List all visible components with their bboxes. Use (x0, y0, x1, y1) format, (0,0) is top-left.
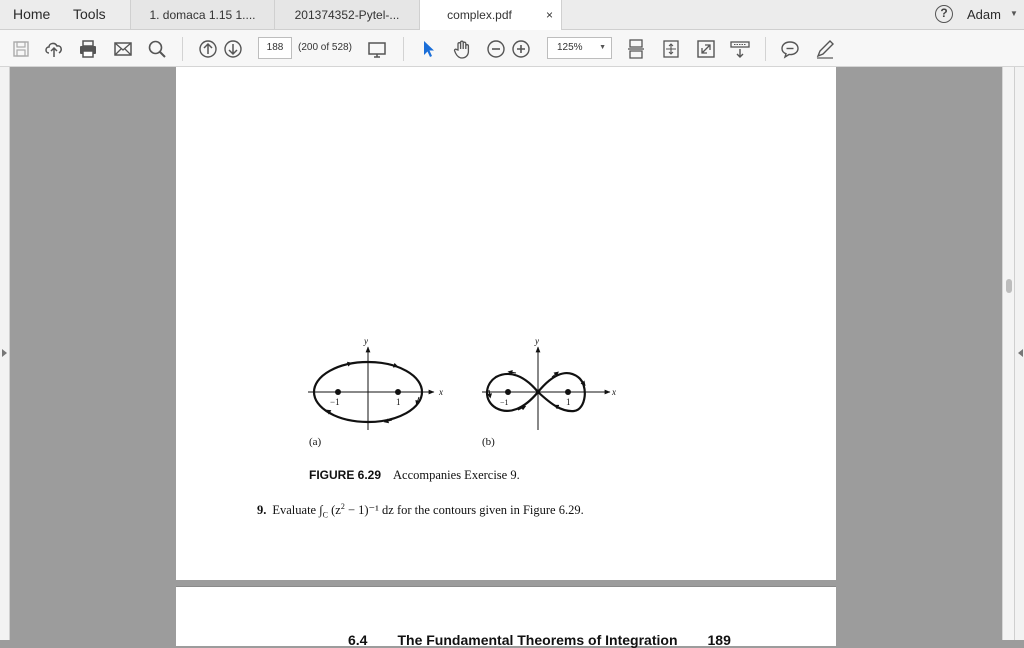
exercise-text-after: − 1)⁻¹ dz for the contours given in Figu… (344, 503, 584, 518)
hand-icon[interactable] (451, 38, 473, 60)
pdf-page-next: 6.4 The Fundamental Theorems of Integrati… (176, 586, 836, 648)
exercise-text-before: Evaluate ∫ (272, 503, 323, 518)
tools-link[interactable]: Tools (73, 0, 106, 29)
tab-document-active[interactable]: complex.pdf × (419, 0, 562, 30)
pdf-page: y x −1 1 y x −1 1 (a) (b) FIGURE 6.29 Acc… (176, 67, 836, 580)
figure-caption: FIGURE 6.29 Accompanies Exercise 9. (309, 468, 520, 483)
search-icon[interactable] (146, 38, 168, 60)
figure-contours: y x −1 1 y x −1 1 (308, 336, 616, 430)
chevron-down-icon[interactable]: ▼ (1010, 9, 1018, 18)
exercise-number: 9. (257, 503, 267, 518)
print-icon[interactable] (77, 38, 99, 60)
figure-label-a: (a) (309, 436, 322, 448)
comment-icon[interactable] (779, 38, 801, 60)
user-menu[interactable]: Adam (967, 7, 1001, 22)
exercise-9: 9. Evaluate ∫C (z2 − 1)⁻¹ dz for the cont… (257, 502, 584, 520)
tab-label: 201374352-Pytel-... (294, 8, 400, 22)
fullscreen-icon[interactable] (695, 38, 717, 60)
tick-label-neg: −1 (500, 398, 509, 407)
figure-caption-text: Accompanies Exercise 9. (393, 468, 520, 482)
figure-a (308, 346, 435, 430)
tick-label-pos: 1 (396, 397, 401, 407)
upload-icon[interactable] (43, 38, 65, 60)
document-viewport[interactable]: y x −1 1 y x −1 1 (a) (b) FIGURE 6.29 Acc… (0, 67, 1024, 648)
axis-label-y: y (363, 336, 368, 346)
axis-label-y: y (534, 336, 539, 346)
axis-label-x: x (438, 387, 443, 397)
tab-label: 1. domaca 1.15 1.... (149, 8, 256, 22)
page-count: (200 of 528) (298, 42, 352, 53)
zoom-out-icon[interactable] (485, 38, 507, 60)
axis-label-x: x (611, 387, 616, 397)
next-page-icon[interactable] (222, 38, 244, 60)
chevron-down-icon: ▼ (599, 44, 606, 51)
figure-b (482, 346, 611, 430)
figure-label-b: (b) (482, 436, 495, 448)
close-icon[interactable]: × (546, 0, 553, 30)
tick-label-pos: 1 (566, 397, 571, 407)
fit-page-icon[interactable] (660, 38, 682, 60)
toolbar: 188 (200 of 528) 125% ▼ (0, 30, 1024, 67)
sign-icon[interactable] (814, 38, 836, 60)
page-display-icon[interactable] (366, 38, 388, 60)
tab-document-1[interactable]: 1. domaca 1.15 1.... (130, 0, 274, 29)
zoom-in-icon[interactable] (510, 38, 532, 60)
vertical-scrollbar[interactable] (1002, 67, 1014, 640)
expand-left-icon[interactable] (2, 349, 7, 357)
tab-bar: Home Tools 1. domaca 1.15 1.... 20137435… (0, 0, 1024, 30)
next-page-header: 6.4 The Fundamental Theorems of Integrati… (348, 632, 761, 648)
zoom-select[interactable]: 125% ▼ (547, 37, 612, 59)
left-panel-toggle[interactable] (0, 67, 10, 640)
email-icon[interactable] (112, 38, 134, 60)
save-icon[interactable] (10, 38, 32, 60)
tab-document-2[interactable]: 201374352-Pytel-... (274, 0, 419, 29)
zoom-value: 125% (557, 42, 583, 53)
right-panel-toggle[interactable] (1014, 67, 1024, 640)
page-number-input[interactable]: 188 (258, 37, 292, 59)
section-number: 6.4 (348, 632, 368, 648)
tab-label: complex.pdf (447, 8, 512, 22)
scrollbar-thumb[interactable] (1006, 279, 1012, 293)
toolbar-divider (182, 37, 183, 61)
tick-label-neg: −1 (330, 397, 340, 407)
help-icon[interactable]: ? (935, 5, 953, 23)
figure-number: FIGURE 6.29 (309, 468, 382, 482)
section-title: The Fundamental Theorems of Integration (397, 632, 678, 648)
fit-width-icon[interactable] (625, 38, 647, 60)
exercise-integrand: (z (328, 503, 341, 518)
home-link[interactable]: Home (13, 0, 50, 29)
read-mode-icon[interactable] (729, 38, 751, 60)
expand-right-icon[interactable] (1018, 349, 1023, 357)
select-arrow-icon[interactable] (417, 38, 439, 60)
page-number-printed: 189 (707, 632, 731, 648)
toolbar-divider (403, 37, 404, 61)
prev-page-icon[interactable] (197, 38, 219, 60)
toolbar-divider (765, 37, 766, 61)
